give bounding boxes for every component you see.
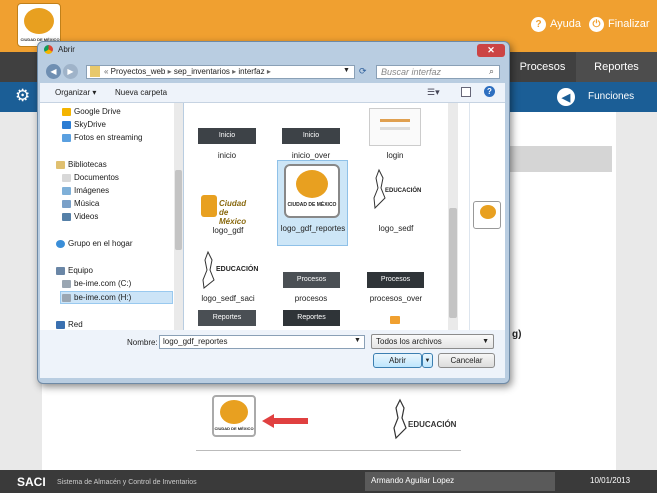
- organize-button[interactable]: Organizar ▾: [55, 88, 96, 97]
- file-thumbnail: EDUCACIÓN: [200, 248, 258, 292]
- file-thumbnail: Inicio: [198, 128, 256, 144]
- view-icon[interactable]: ☰▾: [427, 87, 440, 98]
- nav-item-videos[interactable]: Videos: [62, 212, 98, 221]
- file-thumbnail[interactable]: Reportes: [283, 310, 340, 326]
- status-brand: SACI: [17, 475, 46, 489]
- file-thumbnail[interactable]: Reportes: [198, 310, 256, 326]
- google-drive-icon: [62, 107, 71, 116]
- network-icon: [56, 320, 65, 329]
- finish-link[interactable]: ⏻ Finalizar: [589, 15, 650, 33]
- nav-item-google-drive[interactable]: Google Drive: [62, 107, 121, 116]
- nav-item-computer[interactable]: Equipo: [56, 266, 93, 275]
- nav-item-drive-h[interactable]: be-ime.com (H:): [62, 293, 131, 302]
- nav-item-libraries[interactable]: Bibliotecas: [56, 160, 107, 169]
- file-item-procesos-over[interactable]: procesos_over: [366, 294, 426, 303]
- skydrive-icon: [62, 120, 71, 129]
- help-icon: ?: [531, 16, 546, 32]
- files-scroll-thumb[interactable]: [449, 208, 457, 318]
- new-folder-button[interactable]: Nueva carpeta: [115, 88, 167, 97]
- nav-item-homegroup[interactable]: Grupo en el hogar: [56, 239, 133, 248]
- drive-icon: [62, 279, 71, 288]
- filename-label: Nombre:: [127, 338, 158, 347]
- file-thumbnail: Procesos: [283, 272, 340, 288]
- partial-text: g): [512, 329, 522, 340]
- breadcrumb: « Proyectos_web ▸ sep_inventarios ▸ inte…: [104, 67, 271, 76]
- file-thumbnail-icon[interactable]: [390, 316, 400, 324]
- gear-icon[interactable]: ⚙: [15, 86, 30, 106]
- search-input[interactable]: Buscar interfaz: [376, 65, 500, 79]
- file-item-logo-sedf[interactable]: logo_sedf: [366, 224, 426, 233]
- dialog-title: Abrir: [58, 45, 75, 54]
- open-split-arrow-icon[interactable]: ▼: [422, 353, 433, 368]
- images-icon: [62, 186, 71, 195]
- nav-item-network[interactable]: Red: [56, 320, 83, 329]
- status-subtitle: Sistema de Almacén y Control de Inventar…: [57, 479, 197, 486]
- nav-item-skydrive[interactable]: SkyDrive: [62, 120, 106, 129]
- content-header-strip: [510, 146, 612, 172]
- help-icon[interactable]: ?: [484, 86, 495, 97]
- nav-item-drive-c[interactable]: be-ime.com (C:): [62, 279, 131, 288]
- logo-emblem-icon: [24, 8, 54, 34]
- file-thumbnail: EDUCACIÓN: [369, 166, 421, 214]
- power-icon: ⏻: [589, 16, 604, 32]
- file-item-logo-gdf-reportes[interactable]: logo_gdf_reportes: [278, 224, 348, 234]
- open-button[interactable]: Abrir: [373, 353, 422, 368]
- close-button[interactable]: ✕: [477, 44, 505, 57]
- drive-icon: [62, 293, 71, 302]
- filename-dropdown-icon[interactable]: ▼: [354, 337, 361, 344]
- gdf-logo-preview: CIUDAD DE MÉXICO: [212, 395, 256, 437]
- finish-label: Finalizar: [608, 18, 650, 30]
- sedf-logo-preview: EDUCACIÓN: [388, 398, 458, 444]
- folder-icon: [90, 66, 100, 77]
- tab-reportes[interactable]: Reportes: [576, 52, 657, 82]
- address-dropdown-icon[interactable]: ▼: [343, 67, 350, 74]
- file-thumbnail: [369, 108, 421, 146]
- file-item-inicio[interactable]: inicio: [197, 151, 257, 160]
- preview-thumbnail: [473, 201, 501, 229]
- music-icon: [62, 199, 71, 208]
- status-user: Armando Aguilar Lopez: [365, 472, 555, 491]
- file-item-procesos[interactable]: procesos: [281, 294, 341, 303]
- forward-button[interactable]: ▶: [63, 64, 78, 79]
- search-icon: ⌕: [489, 66, 495, 76]
- back-arrow-icon[interactable]: ◀: [557, 88, 575, 106]
- file-thumbnail: Procesos: [367, 272, 424, 288]
- file-thumbnail: CIUDAD DE MÉXICO: [284, 164, 340, 218]
- refresh-icon[interactable]: ⟳: [359, 66, 367, 77]
- preview-pane-icon[interactable]: [461, 87, 471, 97]
- back-button[interactable]: ◀: [46, 64, 61, 79]
- tab-procesos[interactable]: Procesos: [510, 52, 575, 82]
- file-thumbnail: Inicio: [282, 128, 340, 144]
- breadcrumb-item[interactable]: interfaz: [238, 67, 264, 76]
- nav-item-documents[interactable]: Documentos: [62, 173, 119, 182]
- homegroup-icon: [56, 239, 65, 248]
- help-label: Ayuda: [550, 18, 581, 30]
- chevron-down-icon: ▼: [482, 338, 489, 345]
- file-item-logo-gdf[interactable]: logo_gdf: [198, 226, 258, 235]
- functions-label[interactable]: Funciones: [588, 91, 634, 102]
- breadcrumb-item[interactable]: sep_inventarios: [174, 67, 230, 76]
- file-item-logo-sedf-saci[interactable]: logo_sedf_saci: [198, 294, 258, 303]
- nav-item-photo-stream[interactable]: Fotos en streaming: [62, 133, 142, 142]
- file-thumbnail: Ciudad de México: [199, 193, 257, 226]
- chrome-icon: [44, 45, 53, 54]
- documents-icon: [62, 173, 71, 182]
- file-item-login[interactable]: login: [365, 151, 425, 160]
- status-date: 10/01/2013: [590, 476, 631, 485]
- photo-stream-icon: [62, 133, 71, 142]
- divider: [196, 450, 461, 451]
- red-arrow-icon: [262, 414, 308, 428]
- breadcrumb-item[interactable]: Proyectos_web: [111, 67, 166, 76]
- nav-item-music[interactable]: Música: [62, 199, 99, 208]
- libraries-icon: [56, 160, 65, 169]
- filetype-select[interactable]: Todos los archivos ▼: [371, 334, 494, 349]
- videos-icon: [62, 212, 71, 221]
- cancel-button[interactable]: Cancelar: [438, 353, 495, 368]
- computer-icon: [56, 266, 65, 275]
- help-link[interactable]: ? Ayuda: [531, 15, 581, 33]
- nav-item-images[interactable]: Imágenes: [62, 186, 109, 195]
- filename-input[interactable]: logo_gdf_reportes: [159, 335, 365, 349]
- file-item-inicio-over[interactable]: inicio_over: [281, 151, 341, 160]
- nav-scroll-thumb[interactable]: [175, 170, 182, 250]
